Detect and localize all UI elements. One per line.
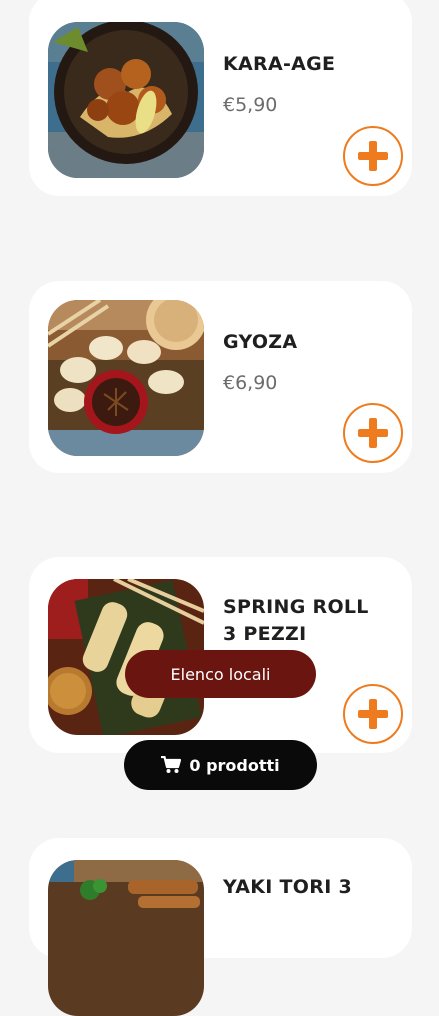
cart-count-label: 0 prodotti	[189, 755, 280, 775]
product-name-line-2: 3 PEZZI	[223, 623, 307, 645]
product-image[interactable]	[48, 860, 204, 1016]
cart-button[interactable]: 0 prodotti	[124, 740, 317, 790]
add-to-cart-button[interactable]	[343, 126, 403, 186]
product-name: SPRING ROLL 3 PEZZI	[223, 594, 398, 648]
locations-list-button[interactable]: Elenco locali	[125, 650, 316, 698]
plus-icon	[358, 699, 388, 729]
product-name: YAKI TORI 3	[223, 876, 352, 898]
product-name-line-1: SPRING ROLL	[223, 596, 369, 618]
product-name: KARA-AGE	[223, 53, 336, 75]
cart-icon	[161, 756, 182, 773]
product-image[interactable]	[48, 300, 204, 456]
product-card-gyoza[interactable]: GYOZA €6,90	[29, 281, 412, 473]
product-card-karaage[interactable]: KARA-AGE €5,90	[29, 0, 412, 196]
karaage-photo	[48, 22, 204, 178]
add-to-cart-button[interactable]	[343, 684, 403, 744]
gyoza-photo	[48, 300, 204, 456]
product-price: €6,90	[223, 372, 278, 394]
plus-icon	[358, 418, 388, 448]
yakitori-photo	[48, 860, 204, 1016]
add-to-cart-button[interactable]	[343, 403, 403, 463]
product-name: GYOZA	[223, 331, 298, 353]
plus-icon	[358, 141, 388, 171]
product-image[interactable]	[48, 22, 204, 178]
product-card-yakitori[interactable]: YAKI TORI 3	[29, 838, 412, 1016]
product-price: €5,90	[223, 94, 278, 116]
